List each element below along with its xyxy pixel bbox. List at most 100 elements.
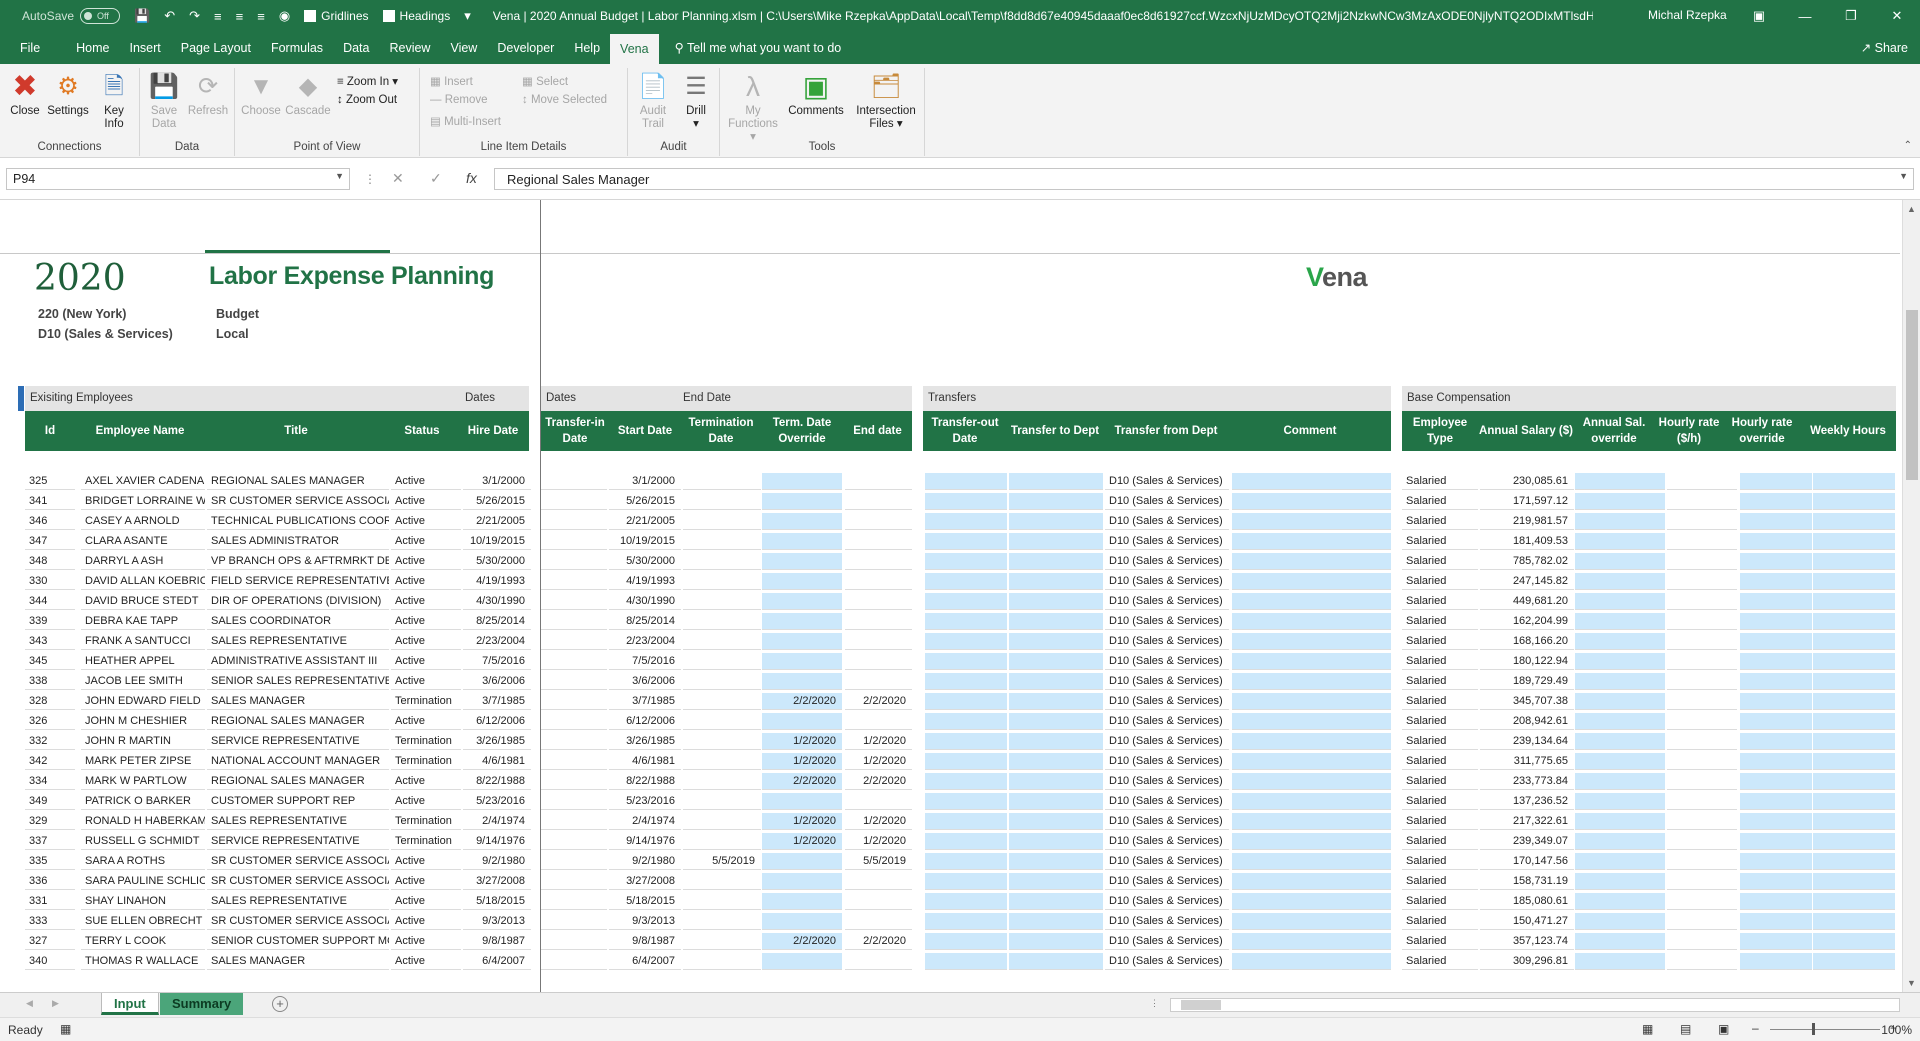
cell-name[interactable]: FRANK A SANTUCCI: [81, 633, 205, 650]
cell-empty[interactable]: [1009, 553, 1103, 570]
user-name[interactable]: Michal Rzepka: [1648, 8, 1727, 22]
cell-end[interactable]: [845, 873, 912, 890]
tab-help[interactable]: Help: [564, 32, 610, 64]
cell-empty[interactable]: [1740, 493, 1812, 510]
cell-from-dept[interactable]: D10 (Sales & Services): [1105, 633, 1229, 650]
cell-empty[interactable]: [1667, 893, 1737, 910]
cell-salary[interactable]: 189,729.49: [1480, 673, 1574, 690]
cell-empty[interactable]: [1575, 733, 1665, 750]
cell-start[interactable]: 9/3/2013: [609, 913, 681, 930]
minimize-icon[interactable]: —: [1782, 0, 1828, 32]
col-header-status[interactable]: Status: [387, 411, 457, 451]
cell-name[interactable]: PATRICK O BARKER: [81, 793, 205, 810]
cell-type[interactable]: Salaried: [1402, 933, 1478, 950]
cell-empty[interactable]: [541, 533, 607, 550]
cell-empty[interactable]: [1009, 573, 1103, 590]
cell-empty[interactable]: [1575, 673, 1665, 690]
cell-empty[interactable]: [1232, 753, 1391, 770]
cell-salary[interactable]: 311,775.65: [1480, 753, 1574, 770]
cell-term[interactable]: [683, 573, 761, 590]
cell-salary[interactable]: 181,409.53: [1480, 533, 1574, 550]
cell-term[interactable]: [683, 713, 761, 730]
cell-salary[interactable]: 185,080.61: [1480, 893, 1574, 910]
cell-term[interactable]: [683, 493, 761, 510]
cell-empty[interactable]: [1575, 913, 1665, 930]
cell-empty[interactable]: [1009, 733, 1103, 750]
redo-icon[interactable]: ↷: [189, 8, 200, 24]
cell-hire[interactable]: 2/4/1974: [463, 813, 531, 830]
normal-view-icon[interactable]: ▦: [1642, 1022, 1653, 1036]
cell-status[interactable]: Active: [391, 613, 461, 630]
cell-status[interactable]: Active: [391, 473, 461, 490]
cell-id[interactable]: 345: [25, 653, 75, 670]
cell-empty[interactable]: [1009, 913, 1103, 930]
cell-term[interactable]: [683, 513, 761, 530]
cell-name[interactable]: DARRYL A ASH: [81, 553, 205, 570]
tab-review[interactable]: Review: [379, 32, 440, 64]
refresh-button[interactable]: ⟳ Refresh: [186, 70, 230, 118]
cell-empty[interactable]: [541, 813, 607, 830]
col-header-id[interactable]: Id: [25, 411, 75, 451]
cell-status[interactable]: Active: [391, 633, 461, 650]
cell-salary[interactable]: 162,204.99: [1480, 613, 1574, 630]
cell-title[interactable]: SALES ADMINISTRATOR: [207, 533, 389, 550]
zoom-level[interactable]: 100%: [1881, 1023, 1912, 1037]
cell-salary[interactable]: 357,123.74: [1480, 933, 1574, 950]
cell-empty[interactable]: [1232, 873, 1391, 890]
cell-term-override[interactable]: [762, 953, 842, 970]
cell-from-dept[interactable]: D10 (Sales & Services): [1105, 473, 1229, 490]
cell-id[interactable]: 349: [25, 793, 75, 810]
cell-term-override[interactable]: [762, 673, 842, 690]
cell-from-dept[interactable]: D10 (Sales & Services): [1105, 573, 1229, 590]
cell-empty[interactable]: [1813, 793, 1895, 810]
cell-empty[interactable]: [1813, 653, 1895, 670]
cell-empty[interactable]: [1667, 813, 1737, 830]
cell-empty[interactable]: [541, 633, 607, 650]
cell-empty[interactable]: [541, 953, 607, 970]
cell-empty[interactable]: [1813, 733, 1895, 750]
cell-empty[interactable]: [1667, 553, 1737, 570]
cell-empty[interactable]: [541, 853, 607, 870]
col-header-salary[interactable]: Annual Salary ($): [1478, 411, 1574, 451]
cell-empty[interactable]: [1232, 613, 1391, 630]
cell-start[interactable]: 5/30/2000: [609, 553, 681, 570]
cell-empty[interactable]: [1009, 953, 1103, 970]
cell-empty[interactable]: [1009, 713, 1103, 730]
cell-empty[interactable]: [1232, 533, 1391, 550]
zoom-out-icon[interactable]: –: [1752, 1021, 1759, 1035]
cell-empty[interactable]: [541, 673, 607, 690]
cell-empty[interactable]: [925, 673, 1007, 690]
col-header-transfer-in[interactable]: Transfer-in Date: [541, 411, 609, 451]
cell-term-override[interactable]: [762, 873, 842, 890]
cell-empty[interactable]: [1575, 593, 1665, 610]
cell-from-dept[interactable]: D10 (Sales & Services): [1105, 493, 1229, 510]
cell-empty[interactable]: [1575, 533, 1665, 550]
scroll-up-icon[interactable]: ▲: [1907, 204, 1916, 214]
cell-status[interactable]: Termination: [391, 693, 461, 710]
cell-end[interactable]: 1/2/2020: [845, 813, 912, 830]
cell-status[interactable]: Active: [391, 533, 461, 550]
cell-empty[interactable]: [925, 593, 1007, 610]
cell-empty[interactable]: [1813, 933, 1895, 950]
cell-empty[interactable]: [1009, 833, 1103, 850]
cell-empty[interactable]: [541, 933, 607, 950]
cell-title[interactable]: NATIONAL ACCOUNT MANAGER: [207, 753, 389, 770]
cell-empty[interactable]: [1667, 773, 1737, 790]
cell-name[interactable]: DAVID ALLAN KOEBRIC: [81, 573, 205, 590]
customize-toolbar-icon[interactable]: ▾: [464, 8, 471, 24]
cell-status[interactable]: Active: [391, 713, 461, 730]
cell-empty[interactable]: [1232, 673, 1391, 690]
my-functions-button[interactable]: λ My Functions ▾: [726, 70, 780, 144]
cell-empty[interactable]: [541, 553, 607, 570]
cell-hire[interactable]: 3/1/2000: [463, 473, 531, 490]
cell-title[interactable]: SALES COORDINATOR: [207, 613, 389, 630]
cell-title[interactable]: REGIONAL SALES MANAGER: [207, 773, 389, 790]
cell-empty[interactable]: [1813, 913, 1895, 930]
cell-empty[interactable]: [1740, 913, 1812, 930]
cell-start[interactable]: 5/18/2015: [609, 893, 681, 910]
cell-type[interactable]: Salaried: [1402, 633, 1478, 650]
cell-empty[interactable]: [1667, 953, 1737, 970]
cell-from-dept[interactable]: D10 (Sales & Services): [1105, 913, 1229, 930]
cell-empty[interactable]: [1667, 573, 1737, 590]
expand-formula-icon[interactable]: ▼: [1899, 171, 1908, 181]
